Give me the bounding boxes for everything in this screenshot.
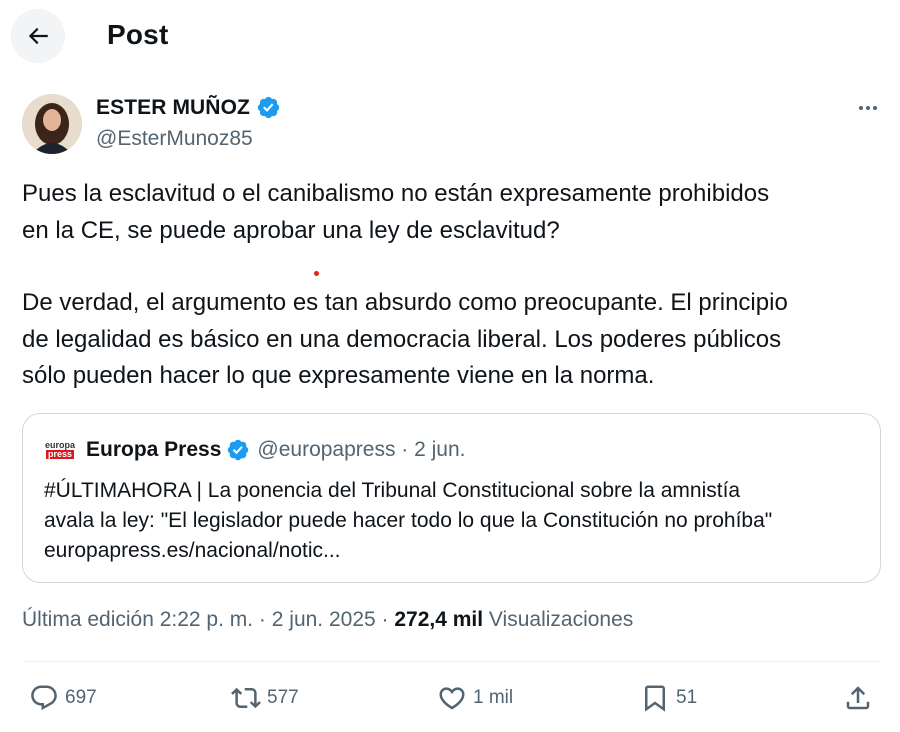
header: Post: [0, 0, 900, 72]
post-text-line: Pues la esclavitud o el canibalismo no e…: [22, 180, 770, 207]
more-horizontal-icon: [859, 106, 877, 110]
quoted-text-line: #ÚLTIMAHORA | La ponencia del Tribunal C…: [44, 479, 741, 502]
reply-button[interactable]: 697: [29, 672, 97, 724]
post-text-line: en la CE, se puede aprobar una ley de es…: [22, 216, 560, 244]
more-options-button[interactable]: [852, 96, 884, 120]
post-text-line: de legalidad es básico en una democracia…: [22, 325, 782, 353]
europa-press-logo: europa press: [44, 440, 75, 459]
like-count: 1 mil: [473, 687, 514, 708]
quoted-link[interactable]: europapress.es/nacional/notic...: [44, 536, 874, 566]
bookmark-count: 51: [676, 687, 698, 708]
quoted-text-line: avala la ley: "El legislador puede hacer…: [44, 509, 773, 532]
author-display-name[interactable]: ESTER MUÑOZ: [96, 96, 250, 120]
avatar-image: [22, 94, 82, 154]
like-button[interactable]: 1 mil: [437, 672, 513, 724]
share-icon: [846, 686, 870, 710]
views-label: Visualizaciones: [483, 608, 634, 631]
quoted-post-header: europa press Europa Press @europapress ·…: [44, 438, 466, 462]
reply-icon: [31, 685, 57, 711]
arrow-left-icon: [28, 27, 48, 45]
repost-button[interactable]: 577: [231, 672, 299, 724]
avatar[interactable]: [22, 94, 82, 154]
bookmark-icon: [645, 685, 665, 712]
repost-icon: [231, 687, 261, 709]
bookmark-button[interactable]: 51: [640, 672, 697, 724]
divider: [22, 661, 880, 662]
verified-badge-icon[interactable]: [256, 95, 281, 120]
red-dot-marker: [314, 271, 319, 276]
quoted-post-text: #ÚLTIMAHORA | La ponencia del Tribunal C…: [44, 476, 874, 566]
share-button[interactable]: [843, 672, 873, 724]
heart-icon: [439, 687, 465, 710]
post-text-line: De verdad, el argumento es tan absurdo c…: [22, 289, 788, 316]
page-title: Post: [107, 19, 169, 50]
post-text: Pues la esclavitud o el canibalismo no e…: [22, 176, 882, 395]
post-text-line: sólo pueden hacer lo que expresamente vi…: [22, 362, 655, 389]
reply-count: 697: [65, 687, 97, 708]
quoted-author-handle-date: @europapress · 2 jun.: [257, 438, 466, 461]
edited-timestamp[interactable]: Última edición 2:22 p. m. · 2 jun. 2025 …: [22, 608, 394, 631]
repost-count: 577: [267, 687, 299, 708]
quoted-post[interactable]: europa press Europa Press @europapress ·…: [22, 413, 881, 583]
verified-badge-icon: [226, 438, 250, 462]
quoted-author-name: Europa Press: [86, 438, 222, 461]
post-meta: Última edición 2:22 p. m. · 2 jun. 2025 …: [22, 608, 633, 632]
back-button[interactable]: [11, 9, 65, 63]
author-handle[interactable]: @EsterMunoz85: [96, 127, 253, 151]
views-count: 272,4 mil: [394, 608, 484, 631]
action-bar: 697 577 1 mil 51: [0, 672, 900, 724]
author-name-row: ESTER MUÑOZ: [96, 95, 281, 120]
